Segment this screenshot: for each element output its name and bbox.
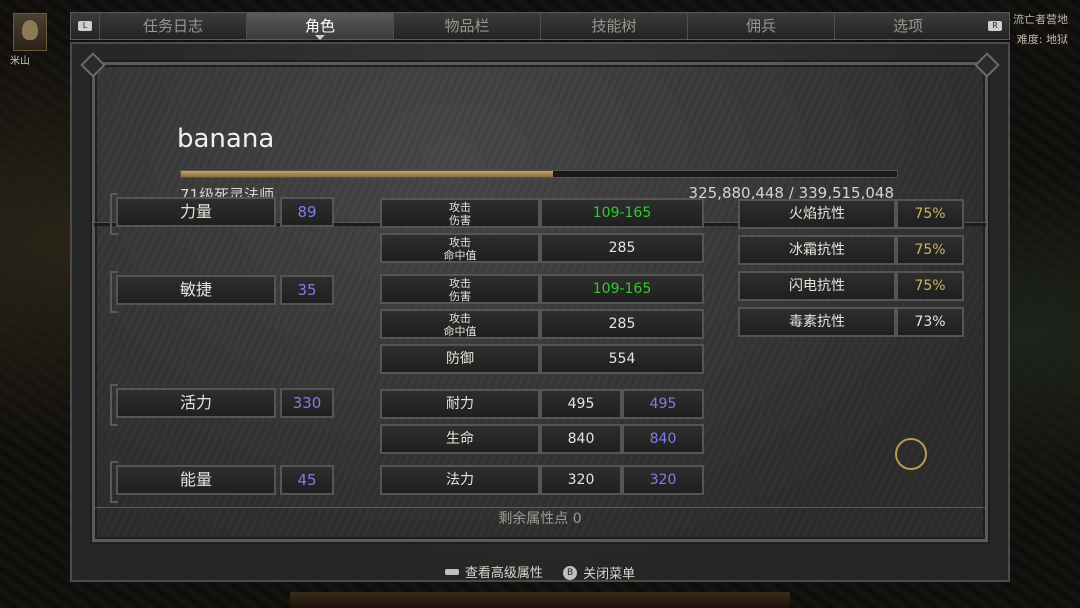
resistance-label: 冰霜抗性 [738, 235, 896, 265]
resistance-row-cold[interactable]: 冰霜抗性 75% [738, 235, 964, 265]
experience-bar-fill [181, 171, 554, 177]
controller-hints: 查看高级属性 B 关闭菜单 [0, 562, 1080, 582]
stat-label: 攻击 命中值 [380, 233, 540, 263]
stat-row-attack-rating-1[interactable]: 攻击 命中值 285 [380, 233, 704, 263]
stat-value: 109-165 [540, 198, 704, 228]
stat-label: 法力 [380, 465, 540, 495]
stat-row-mana[interactable]: 法力 320 320 [380, 465, 704, 495]
attribute-row-energy[interactable]: 能量 45 [110, 461, 334, 503]
cursor-ring-icon[interactable] [895, 438, 927, 470]
advanced-stats-hint[interactable]: 查看高级属性 [444, 562, 543, 581]
attribute-row-vitality[interactable]: 活力 330 [110, 384, 334, 426]
resistance-row-poison[interactable]: 毒素抗性 73% [738, 307, 964, 337]
stat-row-life[interactable]: 生命 840 840 [380, 424, 704, 454]
resistance-value: 73% [896, 307, 964, 337]
stat-row-attack-damage-2[interactable]: 攻击 伤害 109-165 [380, 274, 704, 304]
stat-current: 840 [540, 424, 622, 454]
attribute-label: 活力 [116, 388, 276, 418]
stat-row-attack-rating-2[interactable]: 攻击 命中值 285 [380, 309, 704, 339]
attribute-label: 能量 [116, 465, 276, 495]
resistance-label: 火焰抗性 [738, 199, 896, 229]
attribute-value: 45 [280, 465, 334, 495]
character-name: banana [177, 124, 275, 154]
stat-current: 495 [540, 389, 622, 419]
zone-info: 流亡者营地 难度: 地狱 [1013, 10, 1068, 50]
stat-current: 320 [540, 465, 622, 495]
stat-max: 320 [622, 465, 704, 495]
menu-tab-bar: L 任务日志 角色 物品栏 技能树 佣兵 选项 R [70, 12, 1010, 40]
resistance-value: 75% [896, 199, 964, 229]
attribute-label: 敏捷 [116, 275, 276, 305]
attribute-row-strength[interactable]: 力量 89 [110, 193, 334, 235]
attribute-value: 89 [280, 197, 334, 227]
stat-label: 防御 [380, 344, 540, 374]
stat-label: 攻击 伤害 [380, 198, 540, 228]
stat-max: 840 [622, 424, 704, 454]
stat-row-defense[interactable]: 防御 554 [380, 344, 704, 374]
stat-label: 攻击 伤害 [380, 274, 540, 304]
tab-quest-log[interactable]: 任务日志 [99, 13, 246, 39]
skill-hotbar [290, 592, 790, 608]
stat-value: 109-165 [540, 274, 704, 304]
tab-skill-tree[interactable]: 技能树 [540, 13, 687, 39]
tab-options[interactable]: 选项 [834, 13, 981, 39]
player-name: 米山 [10, 56, 30, 67]
left-bumper-icon[interactable]: L [71, 13, 99, 39]
experience-bar [180, 170, 898, 178]
resistance-label: 闪电抗性 [738, 271, 896, 301]
attribute-value: 330 [280, 388, 334, 418]
stat-value: 554 [540, 344, 704, 374]
resistance-label: 毒素抗性 [738, 307, 896, 337]
stat-row-attack-damage-1[interactable]: 攻击 伤害 109-165 [380, 198, 704, 228]
tab-inventory[interactable]: 物品栏 [393, 13, 540, 39]
stat-label: 攻击 命中值 [380, 309, 540, 339]
tab-mercenary[interactable]: 佣兵 [687, 13, 834, 39]
stat-label: 生命 [380, 424, 540, 454]
zone-name: 流亡者营地 [1013, 13, 1068, 26]
attribute-value: 35 [280, 275, 334, 305]
view-button-icon [444, 568, 459, 575]
close-menu-hint[interactable]: B 关闭菜单 [563, 563, 635, 582]
stat-value: 285 [540, 233, 704, 263]
attribute-label: 力量 [116, 197, 276, 227]
stat-max: 495 [622, 389, 704, 419]
remaining-stat-points: 剩余属性点 0 [498, 511, 582, 527]
b-button-icon: B [563, 565, 578, 580]
stat-label: 耐力 [380, 389, 540, 419]
stat-value: 285 [540, 309, 704, 339]
resistance-value: 75% [896, 271, 964, 301]
player-portrait[interactable] [13, 13, 47, 51]
stat-row-stamina[interactable]: 耐力 495 495 [380, 389, 704, 419]
tab-character[interactable]: 角色 [246, 13, 393, 40]
character-panel: banana 71级死灵法师 325,880,448 / 339,515,048… [70, 42, 1010, 582]
resistance-row-lightning[interactable]: 闪电抗性 75% [738, 271, 964, 301]
attribute-row-dexterity[interactable]: 敏捷 35 [110, 271, 334, 313]
difficulty-label: 难度: 地狱 [1016, 33, 1068, 46]
resistance-value: 75% [896, 235, 964, 265]
right-bumper-icon[interactable]: R [981, 13, 1009, 39]
resistance-row-fire[interactable]: 火焰抗性 75% [738, 199, 964, 229]
